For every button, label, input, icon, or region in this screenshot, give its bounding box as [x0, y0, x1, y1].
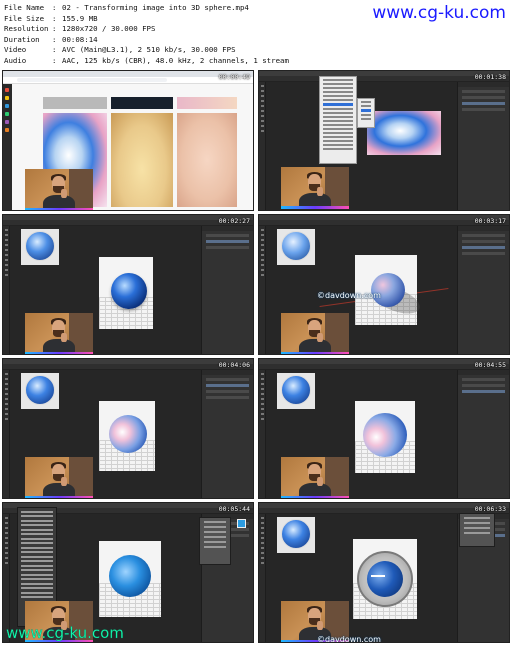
info-value: 1280x720 / 30.000 FPS	[62, 24, 156, 34]
info-separator: :	[52, 45, 57, 55]
info-row: File Name:02 - Transforming image into 3…	[4, 3, 334, 14]
info-value: 155.9 MB	[62, 13, 98, 23]
marble-image	[367, 111, 441, 155]
info-value: AVC (Main@L3.1), 2 510 kb/s, 30.000 FPS	[62, 45, 236, 55]
3d-sphere[interactable]	[111, 273, 147, 309]
thumbnail-3[interactable]: 00:02:27	[2, 214, 254, 355]
3d-panel	[457, 370, 509, 498]
info-separator: :	[52, 13, 57, 23]
info-row: File Size:155.9 MB	[4, 14, 334, 25]
thumbnail-4[interactable]: ©davdown.com 00:03:17	[258, 214, 510, 355]
watermark-top: www.cg-ku.com	[372, 3, 506, 23]
3d-panel	[201, 370, 253, 498]
3d-sphere[interactable]	[109, 555, 151, 597]
info-separator: :	[52, 34, 57, 44]
timestamp: 00:04:55	[474, 361, 506, 369]
tools-panel	[259, 370, 266, 498]
info-row: Resolution:1280x720 / 30.000 FPS	[4, 24, 334, 35]
sphere-preview	[281, 375, 311, 405]
frame-watermark: ©davdown.com	[317, 291, 381, 300]
properties-dialog[interactable]	[459, 513, 495, 547]
sphere-preview	[281, 231, 311, 261]
submenu[interactable]	[357, 98, 375, 128]
info-row: Duration:00:08:14	[4, 35, 334, 46]
info-key: Audio	[4, 55, 27, 65]
info-key: File Name	[4, 3, 45, 12]
3d-sphere[interactable]	[109, 415, 147, 453]
3d-panel	[457, 226, 509, 354]
tools-panel	[259, 226, 266, 354]
sphere-preview	[281, 519, 311, 549]
info-value: 00:08:14	[62, 34, 98, 44]
layers-panel	[457, 82, 509, 210]
file-info: File Name:02 - Transforming image into 3…	[4, 3, 334, 67]
sphere-preview	[25, 231, 55, 261]
tools-panel	[259, 514, 266, 642]
thumbnail-2[interactable]: 00:01:38	[258, 70, 510, 211]
thumbnail-7[interactable]: 00:05:44	[2, 502, 254, 643]
webcam-overlay	[25, 169, 93, 210]
info-key: Video	[4, 45, 27, 55]
thumbnail-5[interactable]: 00:04:06	[2, 358, 254, 499]
webcam-overlay	[281, 167, 349, 209]
context-menu[interactable]	[319, 76, 357, 164]
tools-panel	[3, 226, 10, 354]
webcam-overlay	[25, 313, 93, 354]
info-value: 02 - Transforming image into 3D sphere.m…	[62, 3, 249, 12]
timestamp: 00:06:33	[474, 505, 506, 513]
image-tile[interactable]	[177, 97, 237, 109]
frame-watermark: ©davdown.com	[317, 635, 381, 643]
browser-address-bar	[3, 77, 253, 84]
info-key: Duration	[4, 34, 40, 44]
thumbnail-grid: 00:00:49 00:01:38 00:02:27 ©davdown.com …	[2, 70, 510, 644]
image-tile[interactable]	[111, 113, 173, 207]
tools-panel	[259, 82, 266, 210]
thumbnail-6[interactable]: 00:04:55	[258, 358, 510, 499]
webcam-overlay	[25, 457, 93, 498]
timestamp: 00:05:44	[218, 505, 250, 513]
info-separator: :	[52, 55, 57, 65]
3d-sphere[interactable]	[371, 273, 405, 307]
info-key: File Size	[4, 13, 45, 23]
image-tile[interactable]	[177, 113, 237, 207]
sphere-preview	[25, 375, 55, 405]
image-tile[interactable]	[111, 97, 173, 109]
timestamp: 00:04:06	[218, 361, 250, 369]
browser-sidebar	[3, 84, 12, 210]
tools-panel	[3, 514, 10, 642]
info-key: Resolution	[4, 24, 49, 34]
info-value: AAC, 125 kb/s (CBR), 48.0 kHz, 2 channel…	[62, 55, 289, 65]
timestamp: 00:03:17	[474, 217, 506, 225]
info-separator: :	[52, 24, 57, 34]
tools-panel	[3, 370, 10, 498]
properties-dialog[interactable]	[199, 517, 231, 565]
timestamp: 00:02:27	[218, 217, 250, 225]
webcam-overlay	[281, 313, 349, 354]
timestamp: 00:01:38	[474, 73, 506, 81]
3d-sphere[interactable]	[367, 561, 403, 597]
timestamp: 00:00:49	[218, 73, 250, 81]
info-separator: :	[52, 3, 57, 12]
info-row: Audio: AAC, 125 kb/s (CBR), 48.0 kHz, 2 c…	[4, 56, 334, 67]
browser-window	[3, 71, 253, 210]
thumbnail-8[interactable]: ©davdown.com 00:06:33	[258, 502, 510, 643]
watermark-bottom: www.cg-ku.com	[6, 624, 124, 642]
info-row: Video: AVC (Main@L3.1), 2 510 kb/s, 30.00…	[4, 45, 334, 56]
webcam-overlay	[281, 457, 349, 498]
3d-sphere[interactable]	[363, 413, 407, 457]
color-swatch[interactable]	[237, 519, 246, 528]
3d-panel	[201, 226, 253, 354]
highlight-stroke	[371, 575, 385, 577]
image-tile[interactable]	[43, 97, 107, 109]
thumbnail-1[interactable]: 00:00:49	[2, 70, 254, 211]
